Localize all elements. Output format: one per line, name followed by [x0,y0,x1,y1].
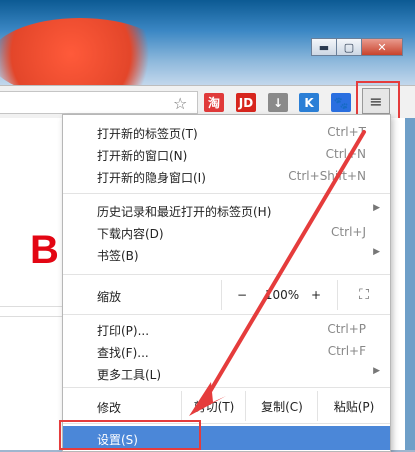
desktop-edge [405,118,415,450]
zoom-label: 缩放 [97,290,122,304]
window-controls: ▬ ▢ ✕ [311,38,403,56]
edit-label: 修改 [97,401,122,415]
menu-item-incognito[interactable]: 打开新的隐身窗口(I) Ctrl+Shift+N [63,165,390,187]
menu-separator [63,193,390,194]
menu-item-label: 下载内容(D) [97,227,164,241]
jd-icon[interactable]: JD [236,93,256,112]
menu-separator [63,387,390,388]
zoom-in-button[interactable]: + [303,280,329,310]
menu-item-label: 打开新的标签页(T) [97,127,198,141]
menu-item-label: 书签(B) [97,249,139,263]
zoom-level: 100% [264,288,300,302]
menu-item-label: 更多工具(L) [97,368,162,382]
cut-button[interactable]: 剪切(T) [181,391,246,421]
menu-item-label: 打开新的窗口(N) [97,149,188,163]
menu-item-history[interactable]: 历史记录和最近打开的标签页(H) ▶ [63,199,390,221]
menu-item-shortcut: Ctrl+N [325,147,366,161]
address-bar[interactable]: ☆ [0,91,198,114]
menu-item-shortcut: Ctrl+P [327,322,366,336]
minimize-button[interactable]: ▬ [311,38,337,56]
menu-item-shortcut: Ctrl+F [327,344,366,358]
page-divider [0,306,62,307]
menu-item-shortcut: Ctrl+J [331,225,366,239]
menu-item-more-tools[interactable]: 更多工具(L) ▶ [63,362,390,384]
menu-item-label: 历史记录和最近打开的标签页(H) [97,205,272,219]
menu-edit-row: 修改 剪切(T) 复制(C) 粘贴(P) [63,391,390,421]
close-button[interactable]: ✕ [361,38,403,56]
maximize-button[interactable]: ▢ [336,38,362,56]
download-icon[interactable]: ↓ [268,93,288,112]
menu-item-downloads[interactable]: 下载内容(D) Ctrl+J [63,221,390,243]
menu-item-shortcut: Ctrl+T [327,125,366,139]
paste-button[interactable]: 粘贴(P) [317,391,390,421]
chrome-main-menu: 打开新的标签页(T) Ctrl+T 打开新的窗口(N) Ctrl+N 打开新的隐… [62,114,391,452]
settings-highlight [59,420,201,450]
paw-icon[interactable]: 🐾 [331,93,351,112]
menu-separator [63,274,390,275]
menu-separator [63,314,390,315]
menu-item-shortcut: Ctrl+Shift+N [288,169,366,183]
zoom-out-button[interactable]: − [221,280,262,310]
submenu-arrow-icon: ▶ [373,203,380,213]
submenu-arrow-icon: ▶ [373,366,380,376]
k-icon[interactable]: K [299,93,319,112]
menu-item-label: 打开新的隐身窗口(I) [97,171,206,185]
fullscreen-icon[interactable]: ⛶ [337,280,390,310]
bookmark-star-icon[interactable]: ☆ [173,94,187,113]
menu-item-find[interactable]: 查找(F)... Ctrl+F [63,340,390,362]
menu-item-label: 查找(F)... [97,346,149,360]
page-logo: B [30,228,59,272]
menu-item-print[interactable]: 打印(P)... Ctrl+P [63,318,390,340]
menu-item-bookmarks[interactable]: 书签(B) ▶ [63,243,390,265]
window-titlebar: ▬ ▢ ✕ [0,0,415,98]
copy-button[interactable]: 复制(C) [245,391,318,421]
menu-zoom-row: 缩放 − 100% + ⛶ [63,280,390,310]
menu-item-new-window[interactable]: 打开新的窗口(N) Ctrl+N [63,143,390,165]
submenu-arrow-icon: ▶ [373,247,380,257]
menu-item-new-tab[interactable]: 打开新的标签页(T) Ctrl+T [63,121,390,143]
taobao-icon[interactable]: 淘 [204,93,224,112]
menu-item-label: 打印(P)... [97,324,150,338]
page-divider [0,316,62,317]
